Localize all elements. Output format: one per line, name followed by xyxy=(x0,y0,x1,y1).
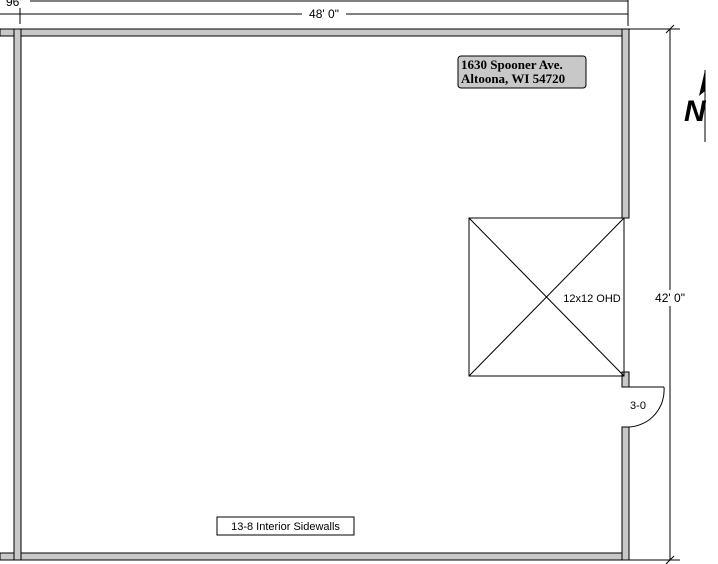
address-line-1: 1630 Spooner Ave. xyxy=(461,57,563,72)
walk-door: 3-0 xyxy=(628,386,665,428)
north-arrow-head-icon xyxy=(699,70,705,96)
top-dimension: 48' 0" 96" xyxy=(0,0,629,26)
right-dimension: 42' 0" xyxy=(628,24,692,564)
left-partial-dimension-label: 96" xyxy=(6,0,24,9)
top-dimension-label: 48' 0" xyxy=(309,7,339,21)
overhead-door-label: 12x12 OHD xyxy=(563,293,621,305)
north-arrow-label: N xyxy=(684,95,707,128)
building-walls xyxy=(0,28,630,561)
interior-note-label: 13-8 Interior Sidewalls xyxy=(231,521,340,533)
walk-door-label: 3-0 xyxy=(630,400,646,412)
address-line-2: Altoona, WI 54720 xyxy=(461,71,565,86)
overhead-door: 12x12 OHD xyxy=(468,217,625,377)
floor-plan: 48' 0" 96" 42' 0" 12x12 OHD 3-0 1630 Spo… xyxy=(0,0,707,564)
right-dimension-label: 42' 0" xyxy=(655,291,685,305)
interior-note: 13-8 Interior Sidewalls xyxy=(216,516,355,536)
north-arrow: N xyxy=(684,70,707,142)
address-box: 1630 Spooner Ave. Altoona, WI 54720 xyxy=(457,55,587,89)
